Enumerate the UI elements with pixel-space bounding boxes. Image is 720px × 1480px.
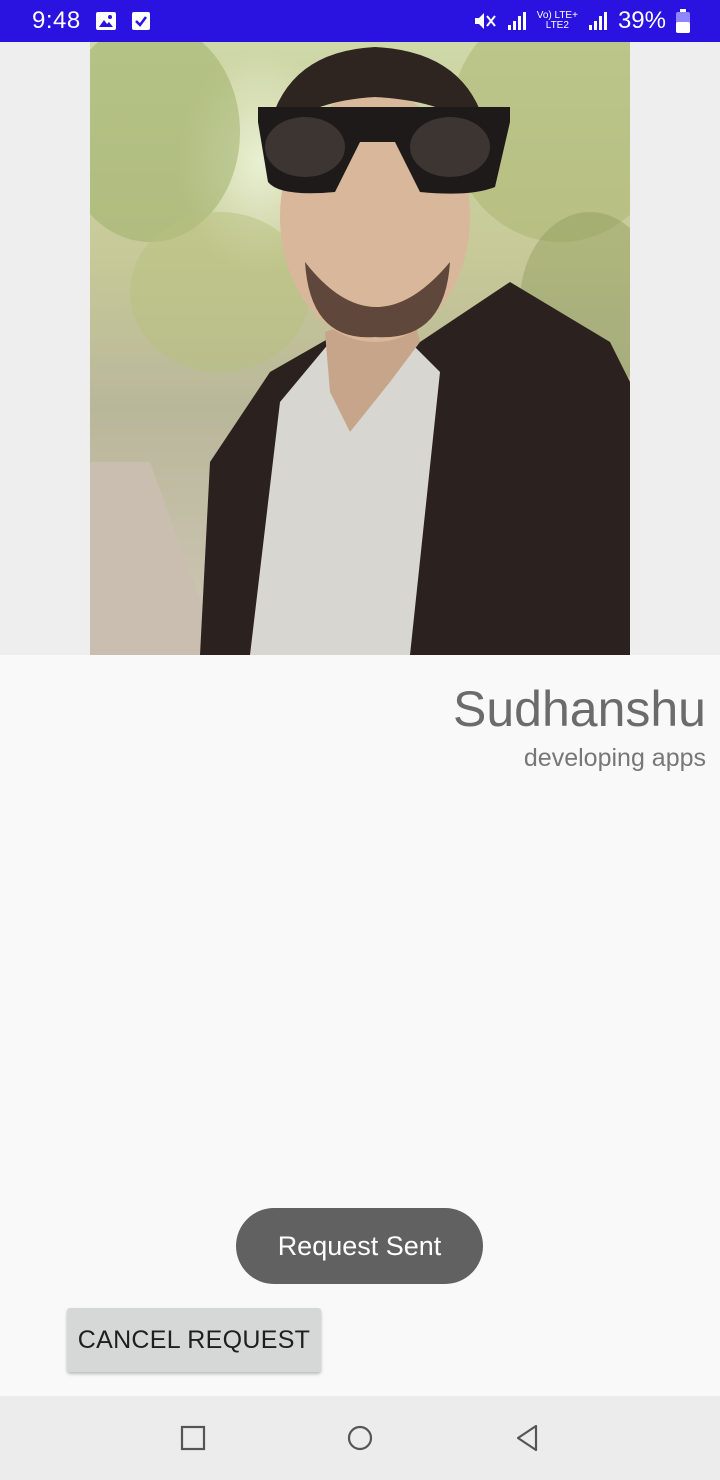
status-time: 9:48 xyxy=(32,7,81,34)
mute-icon xyxy=(473,10,497,32)
status-right: Vo) LTE+ LTE2 39% xyxy=(473,7,690,35)
profile-photo-container xyxy=(0,42,720,655)
battery-icon xyxy=(676,9,690,33)
signal-icon xyxy=(507,11,527,31)
back-button[interactable] xyxy=(497,1408,557,1468)
network-type: Vo) LTE+ LTE2 xyxy=(537,11,578,31)
profile-photo[interactable] xyxy=(90,42,630,655)
triangle-back-icon xyxy=(516,1424,537,1452)
signal-icon xyxy=(588,11,608,31)
network-bottom: LTE2 xyxy=(545,20,569,31)
status-left: 9:48 xyxy=(32,7,151,35)
toast-text: Request Sent xyxy=(277,1230,442,1261)
profile-status: developing apps xyxy=(523,744,706,772)
checkbox-icon xyxy=(131,11,151,31)
toast-message: Request Sent xyxy=(236,1208,483,1284)
square-icon xyxy=(181,1425,206,1451)
recents-button[interactable] xyxy=(163,1408,223,1468)
circle-icon xyxy=(347,1425,373,1451)
status-bar: 9:48 Vo) LTE+ LTE2 39% xyxy=(0,0,720,42)
profile-name: Sudhanshu xyxy=(452,681,706,737)
gallery-icon xyxy=(95,11,117,31)
navigation-bar xyxy=(0,1396,720,1480)
home-button[interactable] xyxy=(330,1408,390,1468)
battery-percent: 39% xyxy=(617,7,666,34)
cancel-request-button[interactable]: CANCEL REQUEST xyxy=(67,1308,321,1372)
